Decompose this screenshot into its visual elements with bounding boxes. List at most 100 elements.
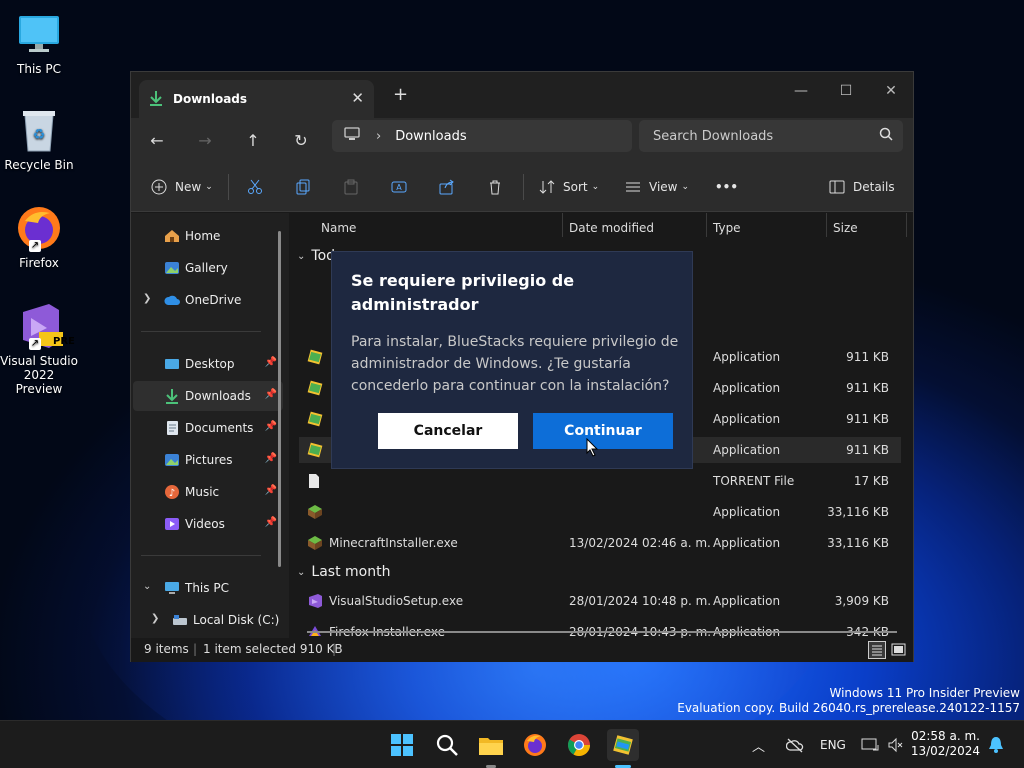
- desktop-icon-this-pc[interactable]: This PC: [0, 10, 78, 76]
- nav-item-pictures[interactable]: Pictures 📌: [133, 445, 283, 475]
- details-view-button[interactable]: [868, 641, 886, 659]
- column-header-name[interactable]: Name: [321, 213, 356, 243]
- pin-icon[interactable]: 📌: [265, 453, 277, 464]
- firefox-icon: [524, 734, 546, 756]
- display-tray[interactable]: [861, 721, 879, 768]
- search-icon: [879, 127, 893, 145]
- close-window-button[interactable]: ✕: [871, 78, 911, 104]
- visual-studio-icon: PRE ↗: [15, 302, 75, 350]
- clock[interactable]: 02:58 a. m. 13/02/2024: [911, 729, 980, 759]
- search-icon: [436, 734, 458, 756]
- nav-item-local-disk[interactable]: ❯ Local Disk (C:): [133, 605, 283, 635]
- pin-icon[interactable]: 📌: [265, 517, 277, 528]
- firefox-taskbar-button[interactable]: [519, 729, 551, 761]
- svg-text:♪: ♪: [169, 488, 175, 499]
- cell-size: 33,116 KB: [827, 505, 889, 519]
- chrome-taskbar-button[interactable]: [563, 729, 595, 761]
- nav-item-onedrive[interactable]: ❯ OneDrive: [133, 285, 283, 315]
- maximize-button[interactable]: ☐: [826, 78, 866, 104]
- download-icon: [163, 388, 181, 404]
- folder-icon: [479, 738, 503, 755]
- column-header-date[interactable]: Date modified: [569, 213, 654, 243]
- cut-button[interactable]: [247, 175, 263, 199]
- notification-bell-icon[interactable]: [988, 721, 1004, 768]
- nav-item-videos[interactable]: Videos 📌: [133, 509, 283, 539]
- minimize-button[interactable]: —: [781, 78, 821, 104]
- search-input[interactable]: Search Downloads: [639, 120, 903, 152]
- clock-date: 13/02/2024: [910, 744, 980, 758]
- nav-item-home[interactable]: Home: [133, 221, 283, 251]
- divider: [562, 213, 563, 237]
- copy-button[interactable]: [295, 175, 311, 199]
- table-row[interactable]: VisualStudioSetup.exe 28/01/2024 10:48 p…: [299, 588, 901, 614]
- pin-icon[interactable]: 📌: [265, 421, 277, 432]
- start-button[interactable]: [386, 729, 418, 761]
- rename-button[interactable]: A: [391, 175, 407, 199]
- delete-button[interactable]: [487, 175, 503, 199]
- nav-item-downloads[interactable]: Downloads 📌: [133, 381, 283, 411]
- nav-label: OneDrive: [185, 293, 242, 307]
- new-tab-button[interactable]: +: [393, 84, 408, 105]
- address-field[interactable]: › Downloads: [332, 120, 632, 152]
- share-button[interactable]: [439, 175, 455, 199]
- desktop-icon-label: Visual Studio 2022 Preview: [0, 354, 78, 396]
- nav-item-gallery[interactable]: Gallery: [133, 253, 283, 283]
- language-indicator[interactable]: ENG: [820, 721, 846, 768]
- file-explorer-taskbar-button[interactable]: [475, 729, 507, 761]
- nav-label: Gallery: [185, 261, 228, 275]
- pin-icon[interactable]: 📌: [265, 389, 277, 400]
- pin-icon[interactable]: 📌: [265, 357, 277, 368]
- nav-item-documents[interactable]: Documents 📌: [133, 413, 283, 443]
- desktop-icon-visual-studio[interactable]: PRE ↗ Visual Studio 2022 Preview: [0, 302, 78, 396]
- cell-name: VisualStudioSetup.exe: [329, 594, 464, 608]
- up-button[interactable]: ↑: [242, 130, 264, 152]
- cell-type: Application: [713, 594, 781, 608]
- tab-downloads[interactable]: Downloads ✕: [139, 80, 374, 118]
- nav-item-this-pc[interactable]: ⌄ This PC: [133, 573, 283, 603]
- chevron-up-icon[interactable]: ︿: [752, 736, 765, 755]
- paste-button[interactable]: [343, 175, 359, 199]
- search-button[interactable]: [431, 729, 463, 761]
- desktop-icon-firefox[interactable]: ↗ Firefox: [0, 204, 78, 270]
- desktop-icon-recycle-bin[interactable]: ♻ Recycle Bin: [0, 106, 78, 172]
- sort-button[interactable]: Sort ⌄: [539, 175, 599, 199]
- cancel-button[interactable]: Cancelar: [378, 413, 518, 449]
- mute-tray[interactable]: [887, 721, 903, 768]
- nav-label: Desktop: [185, 357, 235, 371]
- watermark-line: Windows 11 Pro Insider Preview: [829, 686, 1020, 700]
- bluestacks-icon: [307, 349, 323, 365]
- horizontal-scrollbar[interactable]: [307, 631, 897, 633]
- nav-item-music[interactable]: ♪ Music 📌: [133, 477, 283, 507]
- table-row[interactable]: TORRENT File 17 KB: [299, 468, 901, 494]
- nav-item-desktop[interactable]: Desktop 📌: [133, 349, 283, 379]
- more-options-button[interactable]: •••: [715, 175, 738, 199]
- preview-badge: PRE: [53, 336, 75, 347]
- chevron-right-icon[interactable]: ❯: [151, 613, 159, 624]
- column-header-type[interactable]: Type: [713, 213, 741, 243]
- table-row[interactable]: MinecraftInstaller.exe 13/02/2024 02:46 …: [299, 530, 901, 556]
- chevron-down-icon: ⌄: [591, 182, 600, 192]
- refresh-button[interactable]: ↻: [290, 130, 312, 152]
- pin-icon[interactable]: 📌: [265, 485, 277, 496]
- drive-icon: [171, 612, 189, 628]
- chevron-down-icon[interactable]: ⌄: [143, 581, 151, 592]
- breadcrumb[interactable]: Downloads: [395, 129, 466, 144]
- tab-label: Downloads: [173, 92, 248, 106]
- network-tray[interactable]: [786, 721, 804, 768]
- sort-label: Sort: [563, 180, 588, 194]
- large-icons-view-button[interactable]: [890, 641, 908, 659]
- forward-button[interactable]: →: [194, 130, 216, 152]
- back-button[interactable]: ←: [146, 130, 168, 152]
- column-header-size[interactable]: Size: [833, 213, 858, 243]
- bluestacks-taskbar-button[interactable]: [607, 729, 639, 761]
- view-button[interactable]: View ⌄: [625, 175, 689, 199]
- group-header-last-month[interactable]: ⌄ Last month: [297, 564, 390, 580]
- continue-button[interactable]: Continuar: [533, 413, 673, 449]
- new-button[interactable]: New ⌄: [151, 175, 213, 199]
- close-tab-icon[interactable]: ✕: [351, 89, 364, 107]
- search-placeholder: Search Downloads: [653, 128, 774, 144]
- details-pane-button[interactable]: Details: [829, 175, 895, 199]
- nav-scrollbar[interactable]: [278, 231, 281, 567]
- chevron-right-icon[interactable]: ❯: [143, 293, 151, 304]
- table-row[interactable]: Application 33,116 KB: [299, 499, 901, 525]
